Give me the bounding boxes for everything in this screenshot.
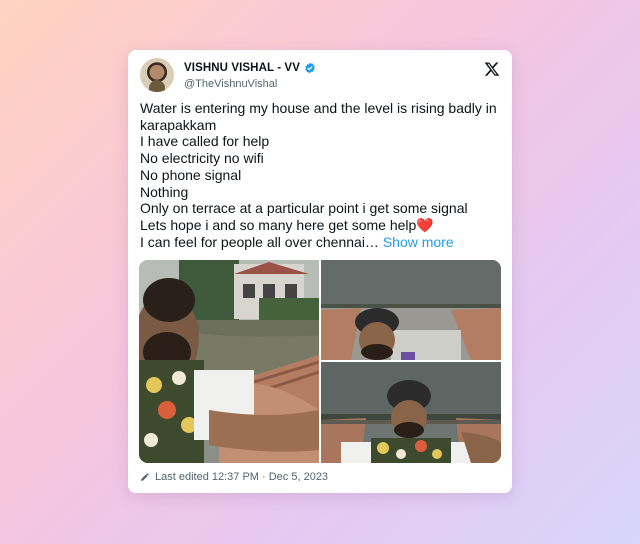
pencil-icon: [141, 473, 149, 481]
display-name[interactable]: VISHNU VISHAL - VV: [184, 62, 300, 74]
avatar[interactable]: [140, 58, 174, 92]
tweet-header: VISHNU VISHAL - VV @TheVishnuVishal: [140, 58, 500, 94]
verified-badge-icon: [305, 62, 315, 74]
x-logo-icon[interactable]: [484, 61, 500, 77]
tweet-line: Water is entering my house and the level…: [140, 100, 497, 133]
tweet-line: I can feel for people all over chennai… …: [140, 234, 505, 251]
author-name-row: VISHNU VISHAL - VV: [184, 62, 316, 74]
author-handle[interactable]: @TheVishnuVishal: [184, 78, 277, 90]
tweet-line-text: Lets hope i and so many here get some he…: [140, 216, 417, 233]
media-grid: [139, 260, 501, 463]
tweet-line: No electricity no wifi: [140, 150, 264, 167]
tweet-line: I have called for help: [140, 133, 270, 150]
tweet-line: No phone signal: [140, 166, 242, 183]
tweet-card: VISHNU VISHAL - VV @TheVishnuVishal Wate…: [128, 50, 512, 493]
tweet-line: Nothing: [140, 183, 189, 200]
edited-timestamp[interactable]: Last edited 12:37 PM · Dec 5, 2023: [140, 471, 328, 483]
photo-flooded-street[interactable]: [139, 260, 319, 463]
photo-terrace-selfie-1[interactable]: [321, 260, 501, 360]
tweet-line: Only on terrace at a particular point i …: [140, 200, 468, 217]
tweet-line-text: I can feel for people all over chennai…: [140, 233, 379, 250]
heart-emoji: ❤️: [416, 216, 434, 233]
show-more-link[interactable]: Show more: [383, 234, 454, 250]
tweet-line: Lets hope i and so many here get some he…: [140, 217, 505, 234]
photo-terrace-selfie-2[interactable]: [321, 362, 501, 463]
edited-text: Last edited 12:37 PM · Dec 5, 2023: [155, 471, 329, 483]
tweet-text: Water is entering my house and the level…: [140, 100, 505, 250]
